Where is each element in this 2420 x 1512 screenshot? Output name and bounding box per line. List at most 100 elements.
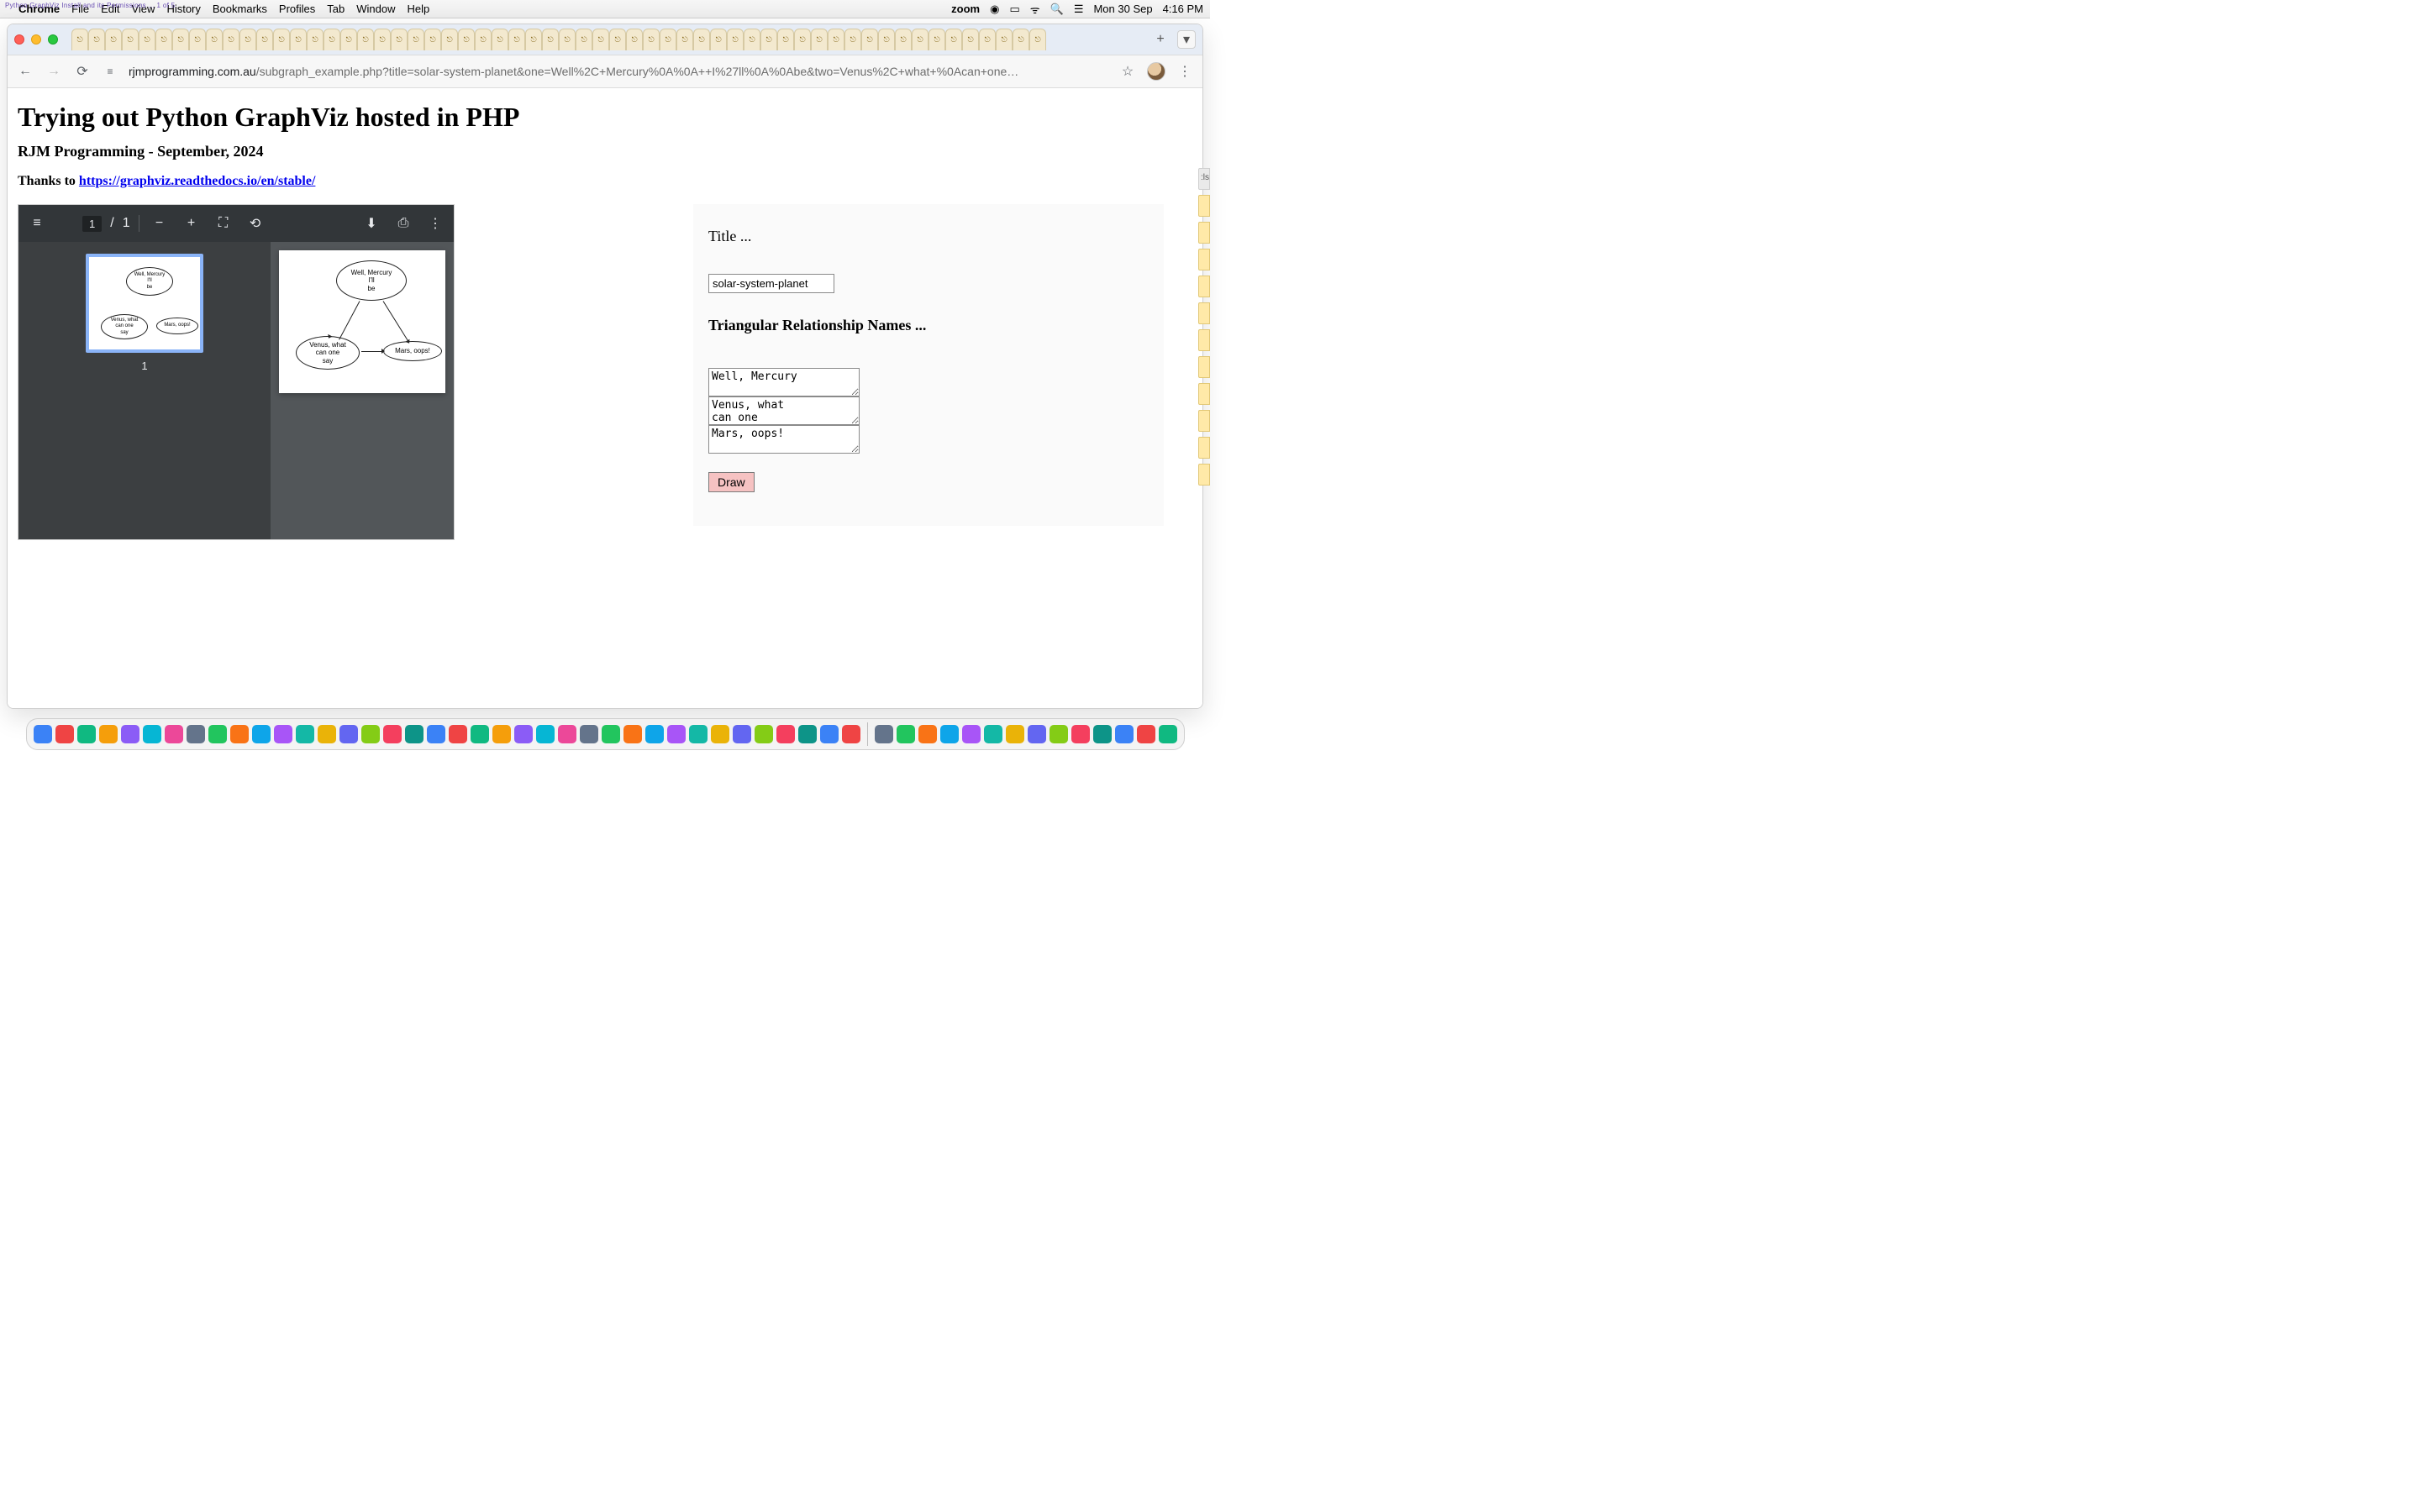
- dock-app-icon[interactable]: [798, 725, 817, 743]
- browser-tab[interactable]: ⎋: [895, 29, 912, 50]
- menu-view[interactable]: View: [131, 3, 155, 15]
- dock-app-icon[interactable]: [984, 725, 1002, 743]
- dock-app-icon[interactable]: [1071, 725, 1090, 743]
- browser-tab[interactable]: ⎋: [256, 29, 273, 50]
- browser-tab[interactable]: ⎋: [777, 29, 794, 50]
- dock-app-icon[interactable]: [733, 725, 751, 743]
- dock-app-icon[interactable]: [1093, 725, 1112, 743]
- dock-app-icon[interactable]: [962, 725, 981, 743]
- pdf-rotate-icon[interactable]: ⟲: [244, 212, 267, 235]
- pdf-thumbnail-1[interactable]: Well, Mercury I'll be Venus, what can on…: [86, 254, 203, 353]
- browser-tab[interactable]: ⎋: [912, 29, 929, 50]
- dock-app-icon[interactable]: [536, 725, 555, 743]
- pdf-more-icon[interactable]: ⋮: [424, 212, 447, 235]
- menu-history[interactable]: History: [166, 3, 200, 15]
- browser-tab[interactable]: ⎋: [760, 29, 777, 50]
- browser-tab[interactable]: ⎋: [475, 29, 492, 50]
- dock-app-icon[interactable]: [1006, 725, 1024, 743]
- wifi-icon[interactable]: ᯤ: [1030, 2, 1040, 17]
- browser-tab[interactable]: ⎋: [609, 29, 626, 50]
- dock-app-icon[interactable]: [339, 725, 358, 743]
- browser-tab[interactable]: ⎋: [861, 29, 878, 50]
- browser-tab[interactable]: ⎋: [324, 29, 340, 50]
- browser-tab[interactable]: ⎋: [962, 29, 979, 50]
- dock-app-icon[interactable]: [383, 725, 402, 743]
- dock-app-icon[interactable]: [558, 725, 576, 743]
- browser-tab[interactable]: ⎋: [307, 29, 324, 50]
- browser-tab[interactable]: ⎋: [408, 29, 424, 50]
- browser-tab[interactable]: ⎋: [794, 29, 811, 50]
- dock-app-icon[interactable]: [875, 725, 893, 743]
- menu-profiles[interactable]: Profiles: [279, 3, 315, 15]
- browser-tab[interactable]: ⎋: [105, 29, 122, 50]
- browser-tab[interactable]: ⎋: [223, 29, 239, 50]
- dock-app-icon[interactable]: [1115, 725, 1134, 743]
- menu-window[interactable]: Window: [356, 3, 395, 15]
- browser-tab[interactable]: ⎋: [643, 29, 660, 50]
- spotlight-icon[interactable]: 🔍: [1050, 3, 1064, 16]
- browser-tab[interactable]: ⎋: [660, 29, 676, 50]
- browser-tab[interactable]: ⎋: [172, 29, 189, 50]
- dock-app-icon[interactable]: [427, 725, 445, 743]
- zoom-menubar-icon[interactable]: zoom: [951, 3, 980, 15]
- browser-tab[interactable]: ⎋: [828, 29, 844, 50]
- browser-tab[interactable]: ⎋: [542, 29, 559, 50]
- graphviz-docs-link[interactable]: https://graphviz.readthedocs.io/en/stabl…: [79, 174, 316, 188]
- site-info-icon[interactable]: ≡: [102, 63, 118, 80]
- dock-app-icon[interactable]: [55, 725, 74, 743]
- dock-app-icon[interactable]: [492, 725, 511, 743]
- browser-tab[interactable]: ⎋: [357, 29, 374, 50]
- dock-app-icon[interactable]: [1137, 725, 1155, 743]
- dock-app-icon[interactable]: [143, 725, 161, 743]
- browser-tab[interactable]: ⎋: [592, 29, 609, 50]
- dock-app-icon[interactable]: [940, 725, 959, 743]
- browser-tab[interactable]: ⎋: [492, 29, 508, 50]
- browser-tab[interactable]: ⎋: [458, 29, 475, 50]
- browser-tab[interactable]: ⎋: [878, 29, 895, 50]
- dock-app-icon[interactable]: [711, 725, 729, 743]
- dock-app-icon[interactable]: [252, 725, 271, 743]
- browser-tab[interactable]: ⎋: [88, 29, 105, 50]
- dock-app-icon[interactable]: [121, 725, 139, 743]
- dock-app-icon[interactable]: [580, 725, 598, 743]
- browser-tab[interactable]: ⎋: [374, 29, 391, 50]
- window-maximize-button[interactable]: [48, 34, 58, 45]
- menu-help[interactable]: Help: [408, 3, 430, 15]
- window-minimize-button[interactable]: [31, 34, 41, 45]
- dock-app-icon[interactable]: [77, 725, 96, 743]
- browser-tab[interactable]: ⎋: [71, 29, 88, 50]
- browser-tab[interactable]: ⎋: [576, 29, 592, 50]
- back-button[interactable]: ←: [16, 62, 34, 81]
- dock-app-icon[interactable]: [230, 725, 249, 743]
- dock-app-icon[interactable]: [514, 725, 533, 743]
- pdf-sidebar-toggle-icon[interactable]: ≡: [25, 212, 49, 235]
- node-three-textarea[interactable]: [708, 425, 860, 454]
- browser-tab[interactable]: ⎋: [441, 29, 458, 50]
- window-close-button[interactable]: [14, 34, 24, 45]
- browser-tab[interactable]: ⎋: [340, 29, 357, 50]
- browser-tab[interactable]: ⎋: [122, 29, 139, 50]
- dock-app-icon[interactable]: [187, 725, 205, 743]
- browser-tab[interactable]: ⎋: [525, 29, 542, 50]
- dock-app-icon[interactable]: [361, 725, 380, 743]
- browser-tab[interactable]: ⎋: [424, 29, 441, 50]
- browser-tab[interactable]: ⎋: [508, 29, 525, 50]
- browser-tab[interactable]: ⎋: [273, 29, 290, 50]
- browser-tab[interactable]: ⎋: [844, 29, 861, 50]
- pdf-fit-icon[interactable]: ⛶: [212, 212, 235, 235]
- pdf-main[interactable]: Well, Mercury I'll be Venus, what can on…: [271, 242, 454, 539]
- browser-tab[interactable]: ⎋: [811, 29, 828, 50]
- browser-tab[interactable]: ⎋: [1029, 29, 1046, 50]
- browser-tab[interactable]: ⎋: [290, 29, 307, 50]
- dock-app-icon[interactable]: [623, 725, 642, 743]
- pdf-page-current[interactable]: 1: [82, 216, 102, 232]
- dock-app-icon[interactable]: [405, 725, 424, 743]
- browser-tab[interactable]: ⎋: [155, 29, 172, 50]
- menubar-time[interactable]: 4:16 PM: [1163, 3, 1203, 15]
- battery-icon[interactable]: ▭: [1009, 3, 1019, 16]
- dock-app-icon[interactable]: [1028, 725, 1046, 743]
- browser-tab[interactable]: ⎋: [727, 29, 744, 50]
- draw-button[interactable]: Draw: [708, 472, 755, 492]
- browser-tab[interactable]: ⎋: [693, 29, 710, 50]
- browser-tab[interactable]: ⎋: [945, 29, 962, 50]
